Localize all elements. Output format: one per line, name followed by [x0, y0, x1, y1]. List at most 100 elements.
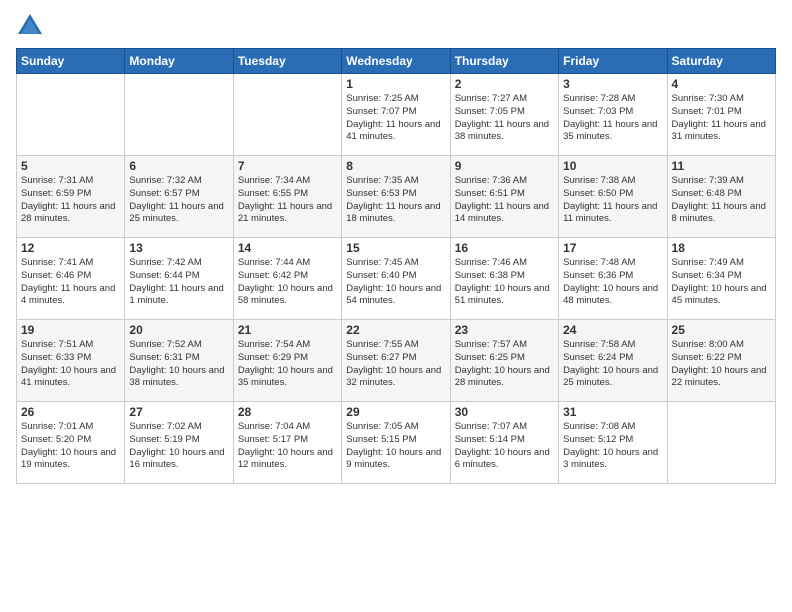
day-cell: 5 Sunrise: 7:31 AMSunset: 6:59 PMDaylight…: [17, 156, 125, 238]
day-cell: 20 Sunrise: 7:52 AMSunset: 6:31 PMDayligh…: [125, 320, 233, 402]
weekday-header-thursday: Thursday: [450, 49, 558, 74]
day-info: Sunrise: 7:07 AMSunset: 5:14 PMDaylight:…: [455, 421, 554, 472]
day-info: Sunrise: 7:51 AMSunset: 6:33 PMDaylight:…: [21, 339, 120, 390]
day-cell: 30 Sunrise: 7:07 AMSunset: 5:14 PMDayligh…: [450, 402, 558, 484]
day-number: 20: [129, 323, 228, 337]
day-cell: 10 Sunrise: 7:38 AMSunset: 6:50 PMDayligh…: [559, 156, 667, 238]
day-cell: 17 Sunrise: 7:48 AMSunset: 6:36 PMDayligh…: [559, 238, 667, 320]
day-info: Sunrise: 7:39 AMSunset: 6:48 PMDaylight:…: [672, 175, 771, 226]
day-cell: [233, 74, 341, 156]
weekday-header-wednesday: Wednesday: [342, 49, 450, 74]
day-cell: 7Sunrise: 7:34 AMSunset: 6:55 PMDaylight…: [233, 156, 341, 238]
day-number: 11: [672, 159, 771, 173]
day-cell: 13 Sunrise: 7:42 AMSunset: 6:44 PMDayligh…: [125, 238, 233, 320]
day-cell: [17, 74, 125, 156]
day-number: 22: [346, 323, 445, 337]
day-info: Sunrise: 7:30 AMSunset: 7:01 PMDaylight:…: [672, 93, 771, 144]
day-cell: 1Sunrise: 7:25 AMSunset: 7:07 PMDaylight…: [342, 74, 450, 156]
logo: [16, 12, 48, 40]
day-number: 15: [346, 241, 445, 255]
day-number: 14: [238, 241, 337, 255]
day-cell: 24 Sunrise: 7:58 AMSunset: 6:24 PMDayligh…: [559, 320, 667, 402]
day-cell: 4 Sunrise: 7:30 AMSunset: 7:01 PMDaylight…: [667, 74, 775, 156]
day-number: 10: [563, 159, 662, 173]
day-cell: 6 Sunrise: 7:32 AMSunset: 6:57 PMDaylight…: [125, 156, 233, 238]
day-info: Sunrise: 7:04 AMSunset: 5:17 PMDaylight:…: [238, 421, 337, 472]
generalblue-logo-icon: [16, 12, 44, 40]
week-row-5: 26 Sunrise: 7:01 AMSunset: 5:20 PMDayligh…: [17, 402, 776, 484]
day-info: Sunrise: 7:54 AMSunset: 6:29 PMDaylight:…: [238, 339, 337, 390]
day-number: 30: [455, 405, 554, 419]
day-number: 4: [672, 77, 771, 91]
day-number: 18: [672, 241, 771, 255]
day-number: 24: [563, 323, 662, 337]
day-info: Sunrise: 7:46 AMSunset: 6:38 PMDaylight:…: [455, 257, 554, 308]
day-cell: 21 Sunrise: 7:54 AMSunset: 6:29 PMDayligh…: [233, 320, 341, 402]
day-cell: 23Sunrise: 7:57 AMSunset: 6:25 PMDayligh…: [450, 320, 558, 402]
day-info: Sunrise: 7:08 AMSunset: 5:12 PMDaylight:…: [563, 421, 662, 472]
week-row-3: 12Sunrise: 7:41 AMSunset: 6:46 PMDayligh…: [17, 238, 776, 320]
day-info: Sunrise: 7:45 AMSunset: 6:40 PMDaylight:…: [346, 257, 445, 308]
day-info: Sunrise: 7:36 AMSunset: 6:51 PMDaylight:…: [455, 175, 554, 226]
day-cell: 14 Sunrise: 7:44 AMSunset: 6:42 PMDayligh…: [233, 238, 341, 320]
day-info: Sunrise: 8:00 AMSunset: 6:22 PMDaylight:…: [672, 339, 771, 390]
weekday-header-saturday: Saturday: [667, 49, 775, 74]
day-info: Sunrise: 7:34 AMSunset: 6:55 PMDaylight:…: [238, 175, 337, 226]
day-info: Sunrise: 7:42 AMSunset: 6:44 PMDaylight:…: [129, 257, 228, 308]
day-info: Sunrise: 7:58 AMSunset: 6:24 PMDaylight:…: [563, 339, 662, 390]
day-number: 13: [129, 241, 228, 255]
day-info: Sunrise: 7:31 AMSunset: 6:59 PMDaylight:…: [21, 175, 120, 226]
calendar: SundayMondayTuesdayWednesdayThursdayFrid…: [16, 48, 776, 484]
day-number: 28: [238, 405, 337, 419]
day-number: 17: [563, 241, 662, 255]
day-number: 27: [129, 405, 228, 419]
day-cell: [667, 402, 775, 484]
day-cell: 16 Sunrise: 7:46 AMSunset: 6:38 PMDayligh…: [450, 238, 558, 320]
day-info: Sunrise: 7:38 AMSunset: 6:50 PMDaylight:…: [563, 175, 662, 226]
day-number: 5: [21, 159, 120, 173]
day-cell: 12Sunrise: 7:41 AMSunset: 6:46 PMDayligh…: [17, 238, 125, 320]
day-info: Sunrise: 7:27 AMSunset: 7:05 PMDaylight:…: [455, 93, 554, 144]
day-info: Sunrise: 7:48 AMSunset: 6:36 PMDaylight:…: [563, 257, 662, 308]
weekday-header-tuesday: Tuesday: [233, 49, 341, 74]
day-cell: 2Sunrise: 7:27 AMSunset: 7:05 PMDaylight…: [450, 74, 558, 156]
day-number: 26: [21, 405, 120, 419]
day-info: Sunrise: 7:35 AMSunset: 6:53 PMDaylight:…: [346, 175, 445, 226]
day-cell: 19 Sunrise: 7:51 AMSunset: 6:33 PMDayligh…: [17, 320, 125, 402]
day-number: 25: [672, 323, 771, 337]
week-row-1: 1Sunrise: 7:25 AMSunset: 7:07 PMDaylight…: [17, 74, 776, 156]
day-cell: 8Sunrise: 7:35 AMSunset: 6:53 PMDaylight…: [342, 156, 450, 238]
day-number: 16: [455, 241, 554, 255]
day-info: Sunrise: 7:44 AMSunset: 6:42 PMDaylight:…: [238, 257, 337, 308]
day-number: 1: [346, 77, 445, 91]
day-cell: 15 Sunrise: 7:45 AMSunset: 6:40 PMDayligh…: [342, 238, 450, 320]
day-number: 21: [238, 323, 337, 337]
day-cell: 18 Sunrise: 7:49 AMSunset: 6:34 PMDayligh…: [667, 238, 775, 320]
day-info: Sunrise: 7:41 AMSunset: 6:46 PMDaylight:…: [21, 257, 120, 308]
day-cell: 26 Sunrise: 7:01 AMSunset: 5:20 PMDayligh…: [17, 402, 125, 484]
page: SundayMondayTuesdayWednesdayThursdayFrid…: [0, 0, 792, 612]
day-cell: 3Sunrise: 7:28 AMSunset: 7:03 PMDaylight…: [559, 74, 667, 156]
day-number: 9: [455, 159, 554, 173]
day-cell: 25 Sunrise: 8:00 AMSunset: 6:22 PMDayligh…: [667, 320, 775, 402]
day-info: Sunrise: 7:49 AMSunset: 6:34 PMDaylight:…: [672, 257, 771, 308]
day-info: Sunrise: 7:55 AMSunset: 6:27 PMDaylight:…: [346, 339, 445, 390]
day-cell: 28 Sunrise: 7:04 AMSunset: 5:17 PMDayligh…: [233, 402, 341, 484]
day-cell: [125, 74, 233, 156]
day-number: 19: [21, 323, 120, 337]
weekday-header-friday: Friday: [559, 49, 667, 74]
day-info: Sunrise: 7:52 AMSunset: 6:31 PMDaylight:…: [129, 339, 228, 390]
day-info: Sunrise: 7:57 AMSunset: 6:25 PMDaylight:…: [455, 339, 554, 390]
week-row-4: 19 Sunrise: 7:51 AMSunset: 6:33 PMDayligh…: [17, 320, 776, 402]
day-info: Sunrise: 7:01 AMSunset: 5:20 PMDaylight:…: [21, 421, 120, 472]
weekday-header-sunday: Sunday: [17, 49, 125, 74]
day-info: Sunrise: 7:05 AMSunset: 5:15 PMDaylight:…: [346, 421, 445, 472]
day-cell: 9 Sunrise: 7:36 AMSunset: 6:51 PMDaylight…: [450, 156, 558, 238]
day-number: 6: [129, 159, 228, 173]
day-cell: 27Sunrise: 7:02 AMSunset: 5:19 PMDayligh…: [125, 402, 233, 484]
day-number: 3: [563, 77, 662, 91]
weekday-header-monday: Monday: [125, 49, 233, 74]
day-cell: 22 Sunrise: 7:55 AMSunset: 6:27 PMDayligh…: [342, 320, 450, 402]
day-cell: 11 Sunrise: 7:39 AMSunset: 6:48 PMDayligh…: [667, 156, 775, 238]
day-info: Sunrise: 7:32 AMSunset: 6:57 PMDaylight:…: [129, 175, 228, 226]
